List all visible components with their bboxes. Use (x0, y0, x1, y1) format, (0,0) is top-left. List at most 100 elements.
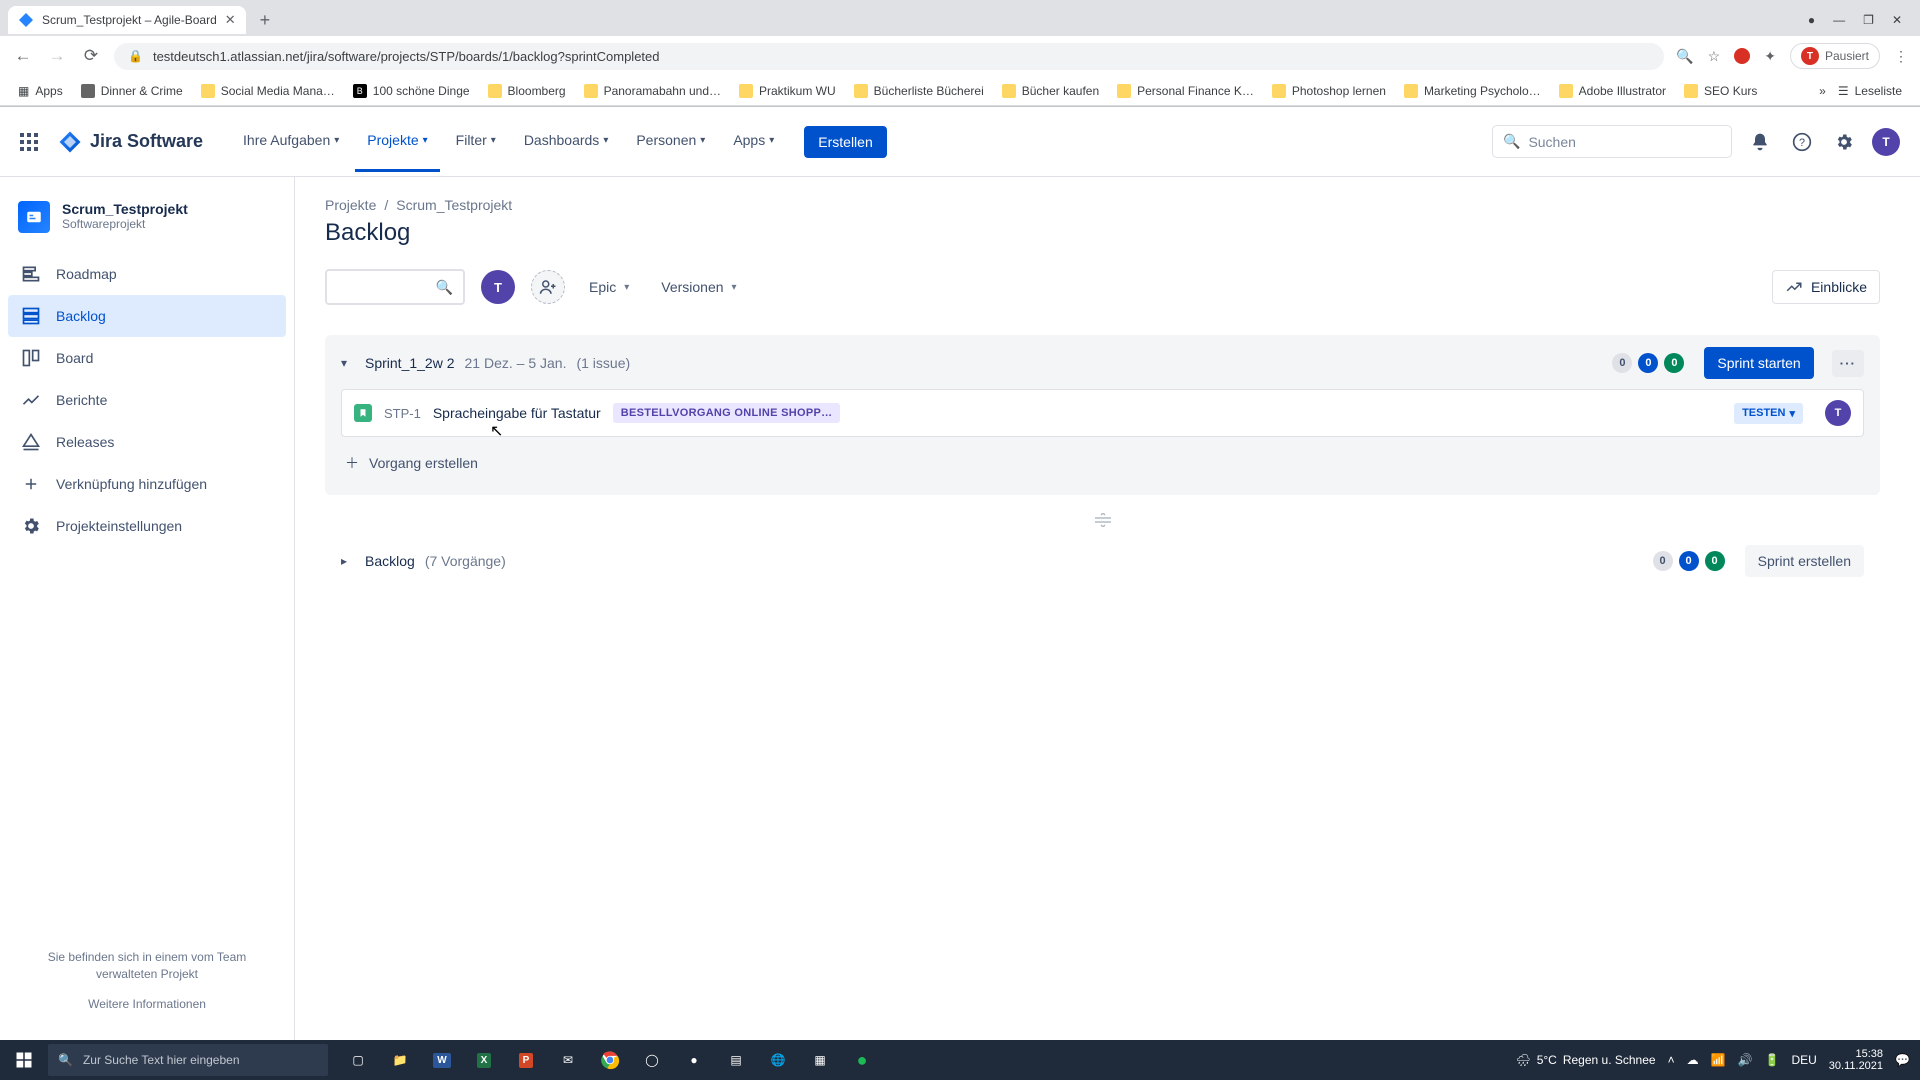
sidebar-item-reports[interactable]: Berichte (8, 379, 286, 421)
taskbar-search-input[interactable]: 🔍 Zur Suche Text hier eingeben (48, 1044, 328, 1076)
tray-chevron-icon[interactable]: ˄ (1668, 1053, 1675, 1067)
backlog-name[interactable]: Backlog (365, 553, 415, 569)
create-button[interactable]: Erstellen (804, 126, 886, 158)
reading-list-button[interactable]: ☰Leseliste (1832, 81, 1908, 101)
extensions-icon[interactable]: ✦ (1764, 48, 1776, 65)
help-icon[interactable]: ? (1788, 128, 1816, 156)
start-button[interactable] (0, 1040, 48, 1080)
sprint-name[interactable]: Sprint_1_2w 2 (365, 355, 455, 371)
spotify-icon[interactable]: ● (842, 1040, 882, 1080)
sidebar-item-board[interactable]: Board (8, 337, 286, 379)
edge-icon[interactable]: 🌐 (758, 1040, 798, 1080)
browser-tab[interactable]: Scrum_Testprojekt – Agile-Board ✕ (8, 6, 246, 34)
window-maximize-button[interactable]: ❐ (1863, 13, 1874, 27)
settings-icon[interactable] (1830, 128, 1858, 156)
nav-dashboards[interactable]: Dashboards▾ (512, 111, 621, 172)
close-tab-icon[interactable]: ✕ (225, 12, 236, 28)
action-center-icon[interactable]: 💬 (1895, 1053, 1910, 1067)
file-explorer-icon[interactable]: 📁 (380, 1040, 420, 1080)
window-minimize-button[interactable]: — (1833, 13, 1845, 27)
create-sprint-button[interactable]: Sprint erstellen (1745, 545, 1864, 577)
extension-adblock-icon[interactable] (1734, 48, 1750, 64)
epic-badge[interactable]: BESTELLVORGANG ONLINE SHOPP… (613, 403, 841, 423)
profile-button[interactable]: T Pausiert (1790, 43, 1880, 69)
expand-backlog-icon[interactable]: ▸ (341, 554, 355, 568)
incognito-icon[interactable]: ● (1808, 13, 1815, 27)
task-view-icon[interactable]: ▢ (338, 1040, 378, 1080)
app-icon[interactable]: ● (674, 1040, 714, 1080)
bookmark-item[interactable]: Adobe Illustrator (1553, 81, 1672, 101)
address-bar[interactable]: 🔒 testdeutsch1.atlassian.net/jira/softwa… (114, 43, 1664, 70)
bookmark-item[interactable]: Panoramabahn und… (578, 81, 727, 101)
nav-projects[interactable]: Projekte▾ (355, 111, 439, 172)
app-icon[interactable]: ▦ (800, 1040, 840, 1080)
battery-icon[interactable]: 🔋 (1765, 1053, 1780, 1067)
new-tab-button[interactable]: + (252, 6, 279, 35)
breadcrumb-projects[interactable]: Projekte (325, 197, 376, 213)
nav-people[interactable]: Personen▾ (624, 111, 717, 172)
sidebar-footer-link[interactable]: Weitere Informationen (88, 997, 206, 1011)
bookmark-item[interactable]: SEO Kurs (1678, 81, 1763, 101)
add-people-button[interactable] (531, 270, 565, 304)
sidebar-item-releases[interactable]: Releases (8, 421, 286, 463)
global-search-input[interactable]: 🔍 Suchen (1492, 125, 1732, 158)
bookmark-item[interactable]: B100 schöne Dinge (347, 81, 476, 101)
sidebar-item-project-settings[interactable]: Projekteinstellungen (8, 505, 286, 547)
kebab-menu-icon[interactable]: ⋮ (1894, 48, 1908, 65)
app-icon[interactable]: ◯ (632, 1040, 672, 1080)
start-sprint-button[interactable]: Sprint starten (1704, 347, 1813, 379)
language-indicator[interactable]: DEU (1791, 1053, 1816, 1067)
mail-icon[interactable]: ✉ (548, 1040, 588, 1080)
bookmarks-overflow-icon[interactable]: » (1819, 84, 1826, 98)
app-icon[interactable]: ▤ (716, 1040, 756, 1080)
clock[interactable]: 15:38 30.11.2021 (1829, 1048, 1883, 1072)
onedrive-icon[interactable]: ☁ (1687, 1053, 1699, 1067)
forward-button[interactable]: → (46, 46, 68, 66)
assignee-avatar[interactable]: T (1825, 400, 1851, 426)
sprint-more-button[interactable]: ··· (1832, 350, 1864, 377)
profile-avatar[interactable]: T (1872, 128, 1900, 156)
resize-handle-icon[interactable] (325, 513, 1880, 527)
assignee-filter-avatar[interactable]: T (481, 270, 515, 304)
bookmark-item[interactable]: Dinner & Crime (75, 81, 189, 101)
notifications-icon[interactable] (1746, 128, 1774, 156)
bookmark-item[interactable]: Marketing Psycholo… (1398, 81, 1547, 101)
bookmark-item[interactable]: Bücher kaufen (996, 81, 1105, 101)
epic-filter-dropdown[interactable]: Epic▾ (581, 273, 637, 301)
jira-logo[interactable]: Jira Software (58, 130, 203, 154)
bookmark-item[interactable]: Praktikum WU (733, 81, 842, 101)
nav-your-work[interactable]: Ihre Aufgaben▾ (231, 111, 351, 172)
sidebar-item-add-link[interactable]: Verknüpfung hinzufügen (8, 463, 286, 505)
bookmark-apps[interactable]: ▦Apps (12, 81, 69, 101)
back-button[interactable]: ← (12, 46, 34, 66)
issue-status-dropdown[interactable]: TESTEN ▾ (1734, 403, 1803, 424)
insights-button[interactable]: Einblicke (1772, 270, 1880, 304)
nav-apps[interactable]: Apps▾ (721, 111, 786, 172)
sidebar-item-roadmap[interactable]: Roadmap (8, 253, 286, 295)
zoom-icon[interactable]: 🔍 (1676, 48, 1693, 65)
favorite-icon[interactable]: ☆ (1708, 48, 1721, 65)
reload-button[interactable]: ⟳ (80, 46, 102, 66)
versions-filter-dropdown[interactable]: Versionen▾ (653, 273, 744, 301)
wifi-icon[interactable]: 📶 (1711, 1053, 1726, 1067)
bookmark-item[interactable]: Social Media Mana… (195, 81, 341, 101)
powerpoint-icon[interactable]: P (506, 1040, 546, 1080)
volume-icon[interactable]: 🔊 (1738, 1053, 1753, 1067)
excel-icon[interactable]: X (464, 1040, 504, 1080)
create-issue-button[interactable]: ＋ Vorgang erstellen (341, 443, 1864, 483)
collapse-sprint-icon[interactable]: ▾ (341, 356, 355, 370)
chrome-icon[interactable] (590, 1040, 630, 1080)
bookmark-item[interactable]: Bloomberg (482, 81, 572, 101)
weather-widget[interactable]: 🌧 5°C Regen u. Schnee (1515, 1053, 1655, 1067)
backlog-search-input[interactable]: 🔍 (325, 269, 465, 305)
app-switcher-icon[interactable] (20, 133, 42, 151)
breadcrumb-project[interactable]: Scrum_Testprojekt (396, 197, 512, 213)
sidebar-item-backlog[interactable]: Backlog (8, 295, 286, 337)
bookmark-item[interactable]: Personal Finance K… (1111, 81, 1260, 101)
bookmark-item[interactable]: Bücherliste Bücherei (848, 81, 990, 101)
nav-filters[interactable]: Filter▾ (444, 111, 508, 172)
word-icon[interactable]: W (422, 1040, 462, 1080)
issue-key[interactable]: STP-1 (384, 406, 421, 421)
project-header[interactable]: Scrum_Testprojekt Softwareprojekt (8, 197, 286, 253)
issue-row[interactable]: STP-1 Spracheingabe für Tastatur BESTELL… (341, 389, 1864, 437)
